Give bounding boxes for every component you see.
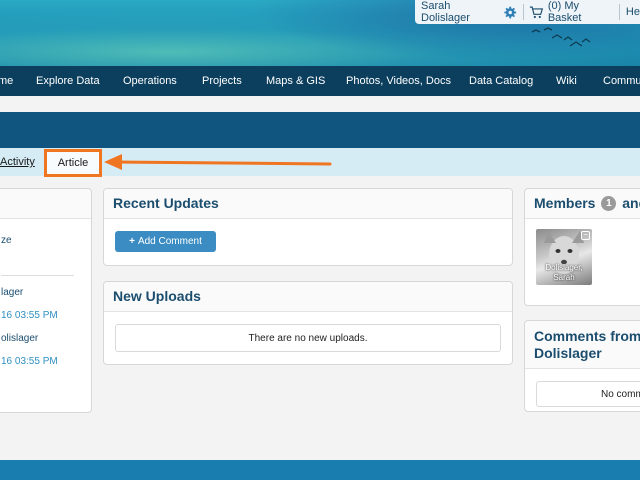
activity-date: 16 03:55 PM <box>1 356 58 367</box>
members-title-suffix: and <box>622 195 640 211</box>
activity-user-link[interactable]: olislager <box>1 333 38 344</box>
cart-icon[interactable] <box>529 6 544 19</box>
nav-item-explore-data[interactable]: Explore Data <box>36 75 100 87</box>
basket-link[interactable]: (0) My Basket <box>548 0 613 24</box>
members-title: Members 1 and <box>525 189 640 219</box>
nav-item-maps-gis[interactable]: Maps & GIS <box>266 75 325 87</box>
nav-item-projects[interactable]: Projects <box>202 75 242 87</box>
nav-item-home[interactable]: me <box>0 75 13 87</box>
help-link[interactable]: He <box>626 6 640 18</box>
no-comments-message: No comm <box>536 381 640 407</box>
remove-member-icon[interactable]: − <box>581 231 590 240</box>
add-comment-label: Add Comment <box>137 236 202 247</box>
plus-icon: + <box>129 236 135 247</box>
birds-decoration <box>531 27 591 47</box>
page-title-bar <box>0 112 640 148</box>
annotation-arrow <box>104 154 332 170</box>
username-link[interactable]: Sarah Dolislager <box>421 0 499 24</box>
activity-link[interactable]: ze <box>1 235 12 246</box>
main-nav: me Explore Data Operations Projects Maps… <box>0 66 640 96</box>
new-uploads-panel: New Uploads There are no new uploads. <box>103 281 513 365</box>
tab-activity[interactable]: Activity <box>0 156 35 168</box>
footer-bar <box>0 460 640 480</box>
no-uploads-message: There are no new uploads. <box>115 324 501 352</box>
member-name: Dolislager, Sarah <box>545 263 583 282</box>
activity-date: 16 03:55 PM <box>1 310 58 321</box>
gear-icon[interactable] <box>504 6 517 19</box>
comments-panel: Comments from Dolislager No comm <box>524 320 640 412</box>
activity-panel-header <box>0 189 91 219</box>
new-uploads-title: New Uploads <box>104 282 512 312</box>
tab-article[interactable]: Article <box>44 149 102 177</box>
activity-panel: ze lager 16 03:55 PM olislager 16 03:55 … <box>0 188 92 413</box>
members-panel: Members 1 and − Dolislager,Sarah <box>524 188 640 306</box>
add-comment-button[interactable]: + Add Comment <box>115 231 216 252</box>
divider <box>1 275 74 276</box>
user-bar: Sarah Dolislager (0) My Basket He <box>415 0 640 24</box>
nav-item-data-catalog[interactable]: Data Catalog <box>469 75 533 87</box>
members-title-text: Members <box>534 195 596 211</box>
nav-item-operations[interactable]: Operations <box>123 75 177 87</box>
nav-item-photos-videos-docs[interactable]: Photos, Videos, Docs <box>346 75 451 87</box>
comments-title: Comments from Dolislager <box>525 321 640 369</box>
member-avatar[interactable]: − Dolislager, Sarah <box>536 229 592 285</box>
members-count-badge: 1 <box>601 196 617 211</box>
recent-updates-panel: Recent Updates + Add Comment <box>103 188 513 266</box>
tab-article-label: Article <box>57 157 89 169</box>
activity-user-link[interactable]: lager <box>1 287 23 298</box>
recent-updates-title: Recent Updates <box>104 189 512 219</box>
nav-item-community[interactable]: Commu <box>603 75 640 87</box>
nav-item-wiki[interactable]: Wiki <box>556 75 577 87</box>
